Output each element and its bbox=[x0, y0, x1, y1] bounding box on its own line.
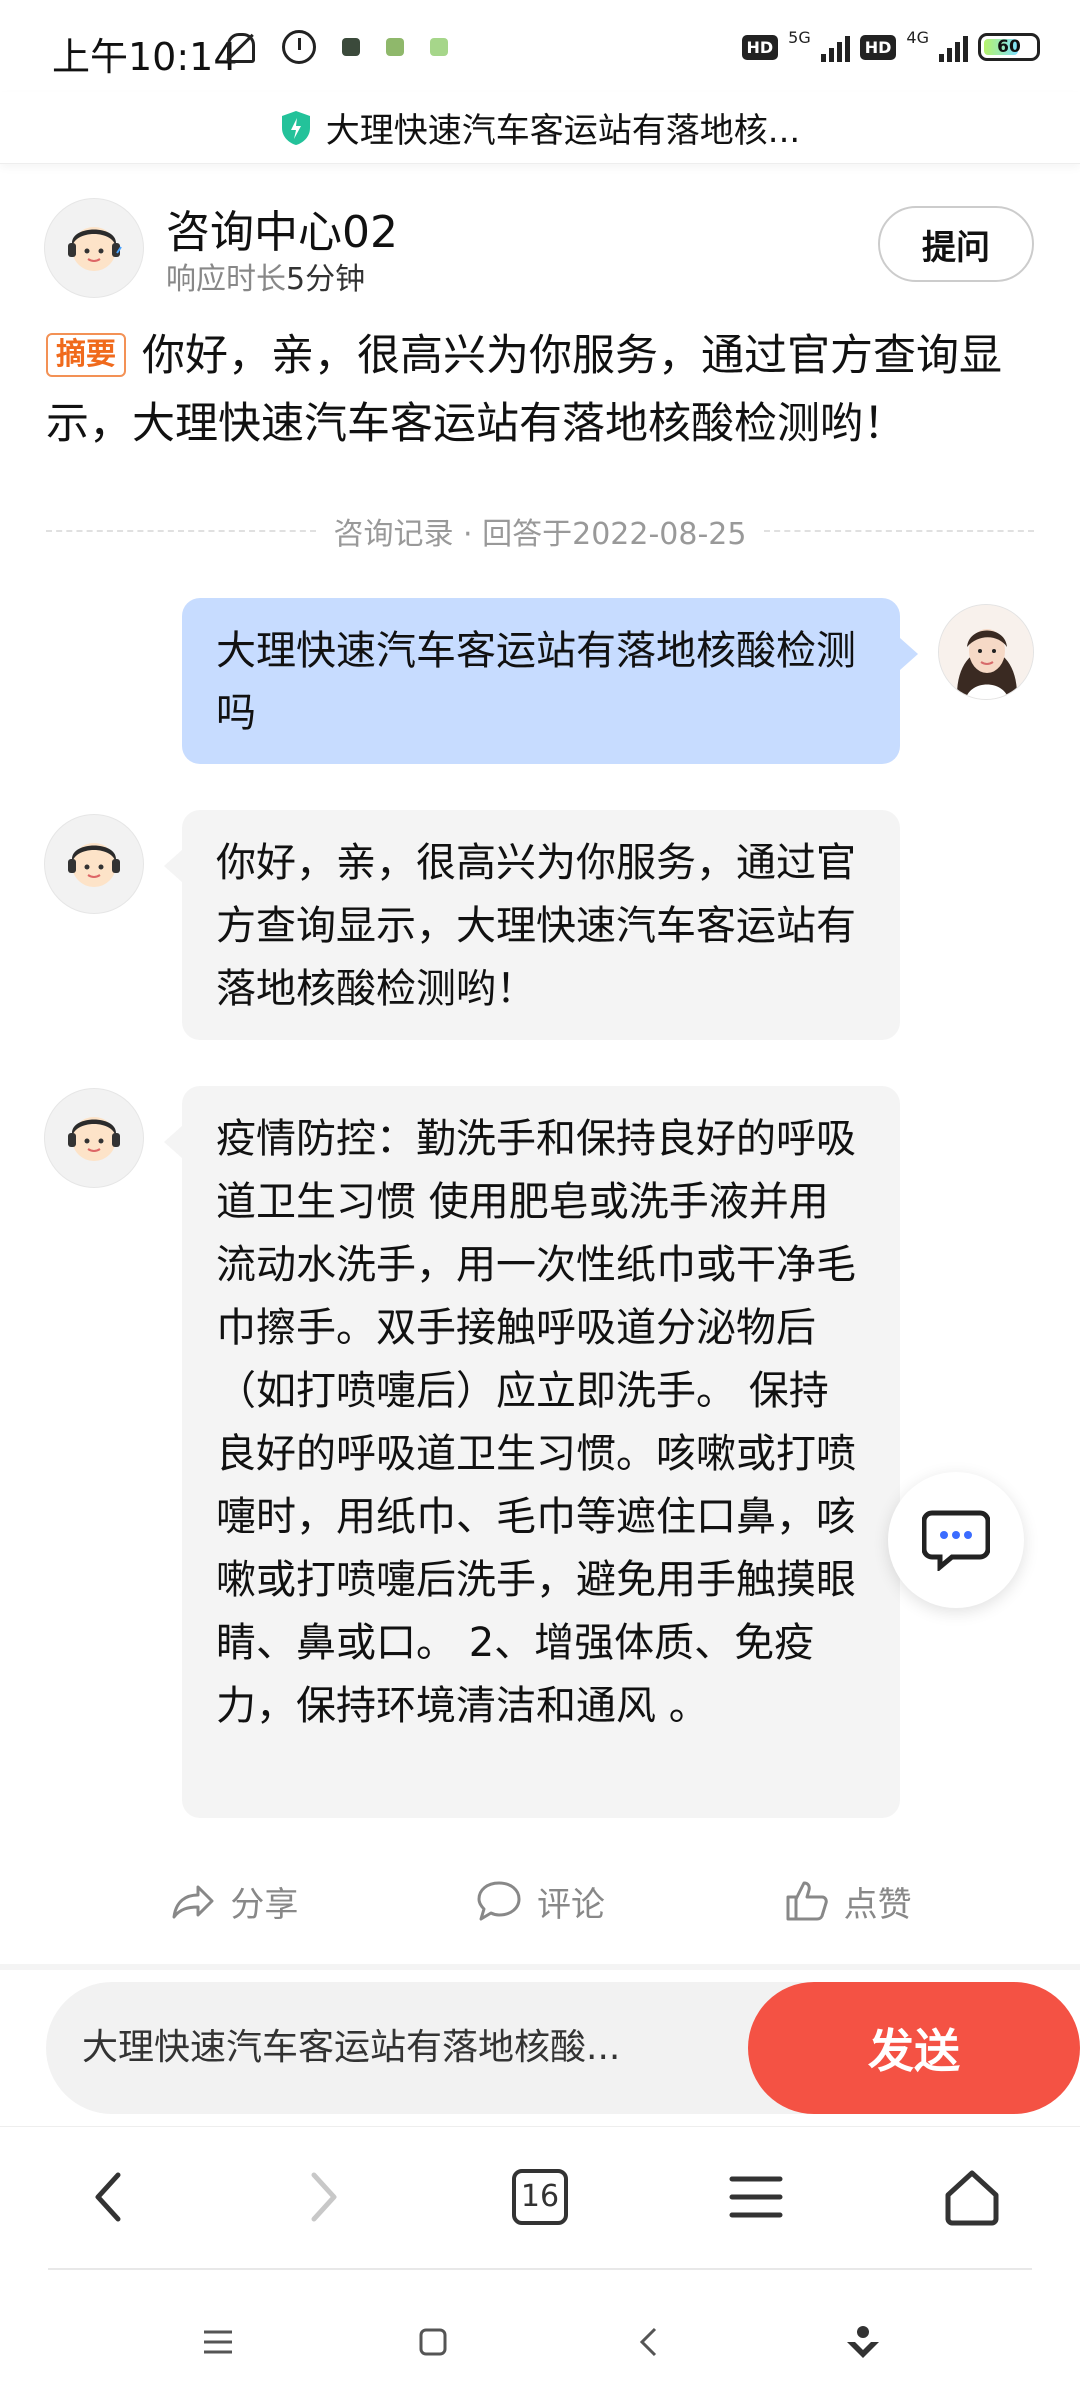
app-notification-icon bbox=[430, 38, 448, 56]
like-button[interactable]: 点赞 bbox=[782, 1877, 912, 1926]
response-value: 5分钟 bbox=[286, 262, 366, 297]
like-label: 点赞 bbox=[843, 1884, 912, 1925]
home-icon bbox=[945, 2170, 999, 2225]
signal-icon bbox=[820, 32, 850, 62]
assistant-button[interactable] bbox=[823, 2302, 903, 2382]
question-input[interactable]: 大理快速汽车客运站有落地核酸... bbox=[82, 1982, 712, 2114]
home-button[interactable] bbox=[912, 2137, 1032, 2257]
summary-text: 你好，亲，很高兴为你服务，通过官方查询显示，大理快速汽车客运站有落地核酸检测哟！ bbox=[46, 331, 1002, 449]
back-triangle-icon bbox=[639, 2327, 656, 2357]
battery-icon: 60 bbox=[978, 33, 1040, 61]
square-home-icon bbox=[419, 2328, 446, 2356]
consult-record-divider: 咨询记录 · 回答于2022-08-25 bbox=[46, 506, 1034, 556]
send-button[interactable]: 发送 bbox=[748, 1982, 1080, 2114]
tabs-button[interactable]: 16 bbox=[480, 2137, 600, 2257]
user-avatar[interactable] bbox=[938, 604, 1034, 700]
agent-response-time: 响应时长5分钟 bbox=[166, 254, 365, 298]
response-label: 响应时长 bbox=[166, 262, 286, 297]
divider-line bbox=[764, 530, 1034, 532]
chevron-left-icon bbox=[95, 2172, 121, 2221]
battery-level: 60 bbox=[997, 37, 1021, 57]
divider-line bbox=[46, 530, 316, 532]
share-label: 分享 bbox=[230, 1884, 299, 1925]
share-icon bbox=[172, 1885, 214, 1919]
ask-button[interactable]: 提问 bbox=[878, 206, 1034, 282]
shield-icon bbox=[280, 110, 312, 146]
forward-button[interactable] bbox=[264, 2137, 384, 2257]
recent-apps-icon bbox=[203, 2330, 232, 2354]
chat-bubble-icon bbox=[922, 1510, 990, 1571]
menu-button[interactable] bbox=[696, 2137, 816, 2257]
system-back-button[interactable] bbox=[608, 2302, 688, 2382]
assistant-icon bbox=[846, 2326, 879, 2358]
network-type: 4G bbox=[906, 27, 929, 47]
summary-badge: 摘要 bbox=[46, 333, 126, 377]
user-message-bubble: 大理快速汽车客运站有落地核酸检测吗 bbox=[182, 598, 918, 764]
system-nav bbox=[0, 2284, 1080, 2400]
nav-divider bbox=[48, 2268, 1032, 2270]
hd-badge: HD bbox=[859, 34, 897, 60]
signal-icon bbox=[939, 32, 968, 62]
status-icons-left bbox=[222, 30, 448, 64]
page-title: 大理快速汽车客运站有落地核... bbox=[325, 111, 801, 151]
bot-message-bubble: 疫情防控：勤洗手和保持良好的呼吸道卫生习惯 使用肥皂或洗手液并用流动水洗手，用一… bbox=[164, 1086, 900, 1818]
tab-count: 16 bbox=[512, 2168, 568, 2225]
status-icons-right: HD 5G HD 4G 60 bbox=[741, 28, 1040, 62]
status-bar: 上午10:14 HD 5G HD 4G 60 bbox=[0, 0, 1080, 92]
agent-name: 咨询中心02 bbox=[166, 207, 398, 258]
status-time: 上午10:14 bbox=[52, 35, 238, 79]
agent-header: 咨询中心02 响应时长5分钟 提问 bbox=[0, 190, 1080, 310]
bot-avatar[interactable] bbox=[44, 814, 144, 914]
back-button[interactable] bbox=[48, 2137, 168, 2257]
network-type: 5G bbox=[788, 27, 811, 47]
action-bar: 分享 评论 点赞 bbox=[0, 1866, 1080, 1936]
browser-nav: 16 bbox=[0, 2126, 1080, 2266]
question-input-wrap: 大理快速汽车客运站有落地核酸... 发送 bbox=[46, 1982, 1080, 2114]
app-notification-icon bbox=[386, 38, 404, 56]
bot-avatar[interactable] bbox=[44, 1088, 144, 1188]
agent-avatar[interactable] bbox=[44, 198, 144, 298]
section-separator bbox=[0, 1964, 1080, 1970]
hd-badge: HD bbox=[741, 34, 779, 60]
comment-button[interactable]: 评论 bbox=[475, 1877, 605, 1926]
system-home-button[interactable] bbox=[393, 2302, 473, 2382]
comment-label: 评论 bbox=[536, 1884, 605, 1925]
app-notification-icon bbox=[342, 38, 360, 56]
share-button[interactable]: 分享 bbox=[168, 1877, 298, 1926]
alarm-icon bbox=[282, 30, 316, 64]
consult-record-label: 咨询记录 · 回答于2022-08-25 bbox=[333, 517, 747, 552]
chevron-right-icon bbox=[311, 2172, 337, 2221]
floating-chat-button[interactable] bbox=[888, 1472, 1024, 1608]
url-bar[interactable]: 大理快速汽车客运站有落地核... bbox=[0, 92, 1080, 164]
summary: 摘要 你好，亲，很高兴为你服务，通过官方查询显示，大理快速汽车客运站有落地核酸检测… bbox=[46, 322, 1040, 458]
menu-icon bbox=[729, 2176, 783, 2217]
mute-bell-icon bbox=[222, 30, 256, 64]
comment-icon bbox=[477, 1881, 521, 1921]
recent-apps-button[interactable] bbox=[178, 2302, 258, 2382]
thumbs-up-icon bbox=[786, 1881, 828, 1921]
bot-message-bubble: 你好，亲，很高兴为你服务，通过官方查询显示，大理快速汽车客运站有落地核酸检测哟！ bbox=[164, 810, 900, 1040]
